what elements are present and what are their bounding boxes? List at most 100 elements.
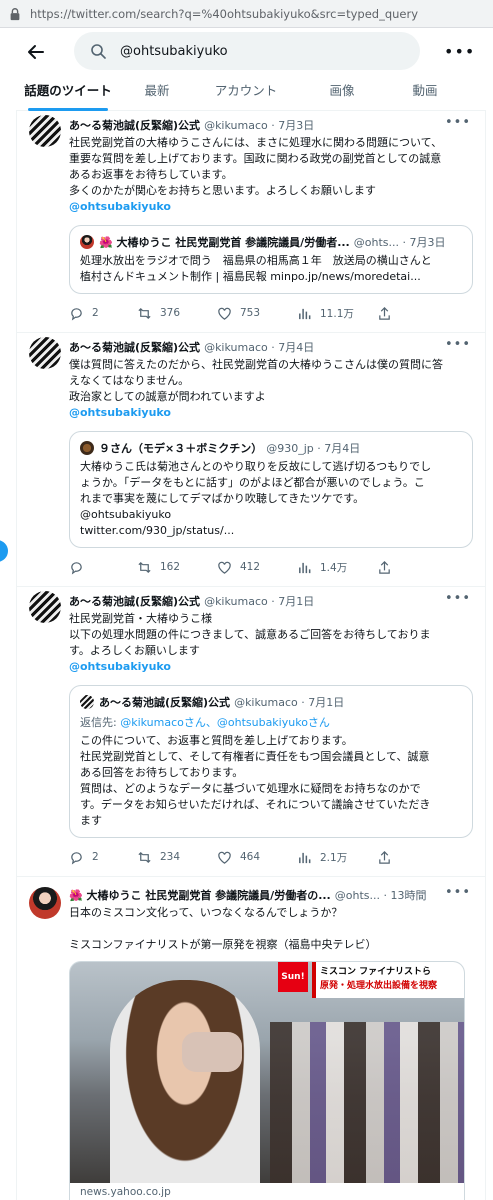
- share-button[interactable]: [377, 306, 400, 321]
- link-card-image[interactable]: Sun! ミスコン ファイナリストら 原発・処理水放出設備を視察: [69, 961, 465, 1183]
- tab-photos[interactable]: 画像: [298, 76, 386, 111]
- tweet-author-name[interactable]: あ～る菊池誠(反緊縮)公式: [69, 593, 200, 609]
- tweet-author-name[interactable]: あ～る菊池誠(反緊縮)公式: [69, 117, 200, 133]
- browser-address-bar[interactable]: https://twitter.com/search?q=%40ohtsubak…: [0, 0, 493, 28]
- tweet-author-handle[interactable]: @kikumaco · 7月4日: [204, 339, 314, 355]
- tweet-author-handle[interactable]: @kikumaco · 7月3日: [204, 117, 314, 133]
- reply-count: 2: [92, 307, 99, 319]
- reply-count: 2: [92, 851, 99, 863]
- news-caption-banner: ミスコン ファイナリストら 原発・処理水放出設備を視察: [312, 962, 464, 998]
- reply-icon: [71, 561, 82, 574]
- share-icon: [379, 306, 390, 320]
- views-button[interactable]: 2.1万: [297, 850, 377, 865]
- quoted-author-handle: @930_jp · 7月4日: [266, 442, 361, 455]
- avatar[interactable]: [29, 115, 61, 147]
- back-arrow-icon[interactable]: [26, 42, 46, 62]
- lock-icon: [10, 7, 20, 20]
- tweet[interactable]: 🌺 大椿ゆうこ 社民党副党首 参議院議員/労働者の... @ohts... · …: [17, 877, 485, 1200]
- reply-button[interactable]: 2: [69, 306, 137, 321]
- search-icon: [91, 44, 106, 59]
- like-count: 464: [240, 851, 261, 863]
- tweet-author-handle[interactable]: @kikumaco · 7月1日: [204, 593, 314, 609]
- quoted-text: 大椿ゆうこ氏は菊池さんとのやり取りを反故にして逃げ切るつもりでし ょうか。「デー…: [80, 460, 432, 537]
- avatar: [80, 441, 94, 455]
- quoted-text: 処理水放出をラジオで問う 福島県の相馬高１年 放送局の横山さんと 植村さんドキュ…: [80, 254, 432, 283]
- avatar: [80, 235, 94, 249]
- quoted-author-handle: @kikumaco · 7月1日: [234, 696, 345, 709]
- share-icon: [379, 560, 390, 574]
- avatar[interactable]: [29, 337, 61, 369]
- link-source[interactable]: news.yahoo.co.jp: [69, 1183, 465, 1200]
- tweet-mention-link[interactable]: @ohtsubakiyuko: [69, 659, 473, 675]
- quoted-reply-to: 返信先: @kikumacoさん、@ohtsubakiyukoさん: [80, 714, 462, 730]
- share-button[interactable]: [377, 560, 400, 575]
- tv-logo: Sun!: [278, 962, 308, 992]
- quoted-tweet[interactable]: あ～る菊池誠(反緊縮)公式 @kikumaco · 7月1日 返信先: @kik…: [69, 685, 473, 838]
- tab-accounts[interactable]: アカウント: [194, 76, 298, 111]
- quoted-tweet[interactable]: ９さん（モデ×３＋ボミクチン） @930_jp · 7月4日 大椿ゆうこ氏は菊池…: [69, 431, 473, 548]
- caption-line-1: ミスコン ファイナリストら: [320, 967, 431, 977]
- search-input[interactable]: [120, 43, 400, 59]
- quoted-author-handle: @ohts... · 7月3日: [353, 236, 446, 249]
- quoted-author-name: 🌺 大椿ゆうこ 社民党副党首 参議院議員/労働者...: [99, 236, 350, 249]
- views-button[interactable]: 11.1万: [297, 306, 377, 321]
- tweet-author-name[interactable]: あ～る菊池誠(反緊縮)公式: [69, 339, 200, 355]
- retweet-button[interactable]: 162: [137, 560, 217, 575]
- tweet-actions: 2 234 464 2.1万: [69, 838, 473, 876]
- tab-videos[interactable]: 動画: [386, 76, 464, 111]
- reply-icon: [71, 851, 82, 864]
- search-header: •••: [0, 28, 493, 76]
- tweet[interactable]: あ～る菊池誠(反緊縮)公式 @kikumaco · 7月3日 ••• 社民党副党…: [17, 111, 485, 333]
- like-button[interactable]: 464: [217, 850, 297, 865]
- reply-button[interactable]: 2: [69, 850, 137, 865]
- retweet-count: 376: [160, 307, 181, 319]
- side-scroll-indicator[interactable]: [0, 540, 8, 562]
- person-image: [110, 980, 260, 1183]
- quoted-author-name: ９さん（モデ×３＋ボミクチン）: [99, 442, 263, 455]
- tweet-more-icon[interactable]: •••: [445, 591, 471, 606]
- tweet-author-name[interactable]: 🌺 大椿ゆうこ 社民党副党首 参議院議員/労働者の...: [69, 887, 331, 903]
- retweet-button[interactable]: 376: [137, 306, 217, 321]
- views-button[interactable]: 1.4万: [297, 560, 377, 575]
- tweet-more-icon[interactable]: •••: [445, 337, 471, 352]
- avatar: [80, 695, 94, 709]
- retweet-count: 234: [160, 851, 181, 863]
- tweet-actions: 2 376 753 11.1万: [69, 294, 473, 332]
- tab-top[interactable]: 話題のツイート: [16, 76, 120, 111]
- quoted-text: この件について、お返事と質問を差し上げております。 社民党副党首として、そして有…: [80, 734, 431, 827]
- more-options-icon[interactable]: •••: [444, 42, 474, 62]
- heart-icon: [218, 851, 231, 864]
- tweet-author-handle[interactable]: @ohts... · 13時間: [335, 887, 427, 903]
- quoted-tweet[interactable]: 🌺 大椿ゆうこ 社民党副党首 参議院議員/労働者... @ohts... · 7…: [69, 225, 473, 294]
- tweet-more-icon[interactable]: •••: [445, 115, 471, 130]
- search-tabs: 話題のツイート 最新 アカウント 画像 動画: [16, 76, 486, 111]
- avatar[interactable]: [29, 591, 61, 623]
- share-button[interactable]: [377, 850, 400, 865]
- retweet-count: 162: [160, 561, 181, 573]
- tweet[interactable]: あ～る菊池誠(反緊縮)公式 @kikumaco · 7月1日 ••• 社民党副党…: [17, 587, 485, 877]
- reply-button[interactable]: [69, 560, 137, 575]
- like-button[interactable]: 753: [217, 306, 297, 321]
- reply-prefix: 返信先:: [80, 716, 121, 729]
- tweet-feed: あ～る菊池誠(反緊縮)公式 @kikumaco · 7月3日 ••• 社民党副党…: [16, 111, 486, 1200]
- tweet-mention-link[interactable]: @ohtsubakiyuko: [69, 199, 473, 215]
- quoted-author-name: あ～る菊池誠(反緊縮)公式: [99, 696, 231, 709]
- retweet-icon: [138, 561, 151, 573]
- reply-to-handles[interactable]: @kikumacoさん、@ohtsubakiyukoさん: [120, 716, 330, 729]
- tweet-mention-link[interactable]: @ohtsubakiyuko: [69, 405, 473, 421]
- views-count: 1.4万: [320, 561, 348, 574]
- caption-line-2: 原発・処理水放出設備を視察: [320, 981, 438, 991]
- tweet-text: 僕は質問に答えたのだから、社民党副党首の大椿ゆうこさんは僕の質問に答 えなくては…: [69, 358, 443, 403]
- retweet-button[interactable]: 234: [137, 850, 217, 865]
- tab-latest[interactable]: 最新: [120, 76, 194, 111]
- like-button[interactable]: 412: [217, 560, 297, 575]
- face-mask-image: [182, 1032, 242, 1072]
- heart-icon: [218, 561, 231, 574]
- search-box[interactable]: [74, 32, 420, 70]
- avatar[interactable]: [29, 887, 61, 919]
- tweet-more-icon[interactable]: •••: [445, 885, 471, 900]
- views-count: 11.1万: [320, 307, 354, 320]
- tweet[interactable]: あ～る菊池誠(反緊縮)公式 @kikumaco · 7月4日 ••• 僕は質問に…: [17, 333, 485, 587]
- views-icon: [299, 308, 311, 319]
- url-text: https://twitter.com/search?q=%40ohtsubak…: [30, 6, 419, 21]
